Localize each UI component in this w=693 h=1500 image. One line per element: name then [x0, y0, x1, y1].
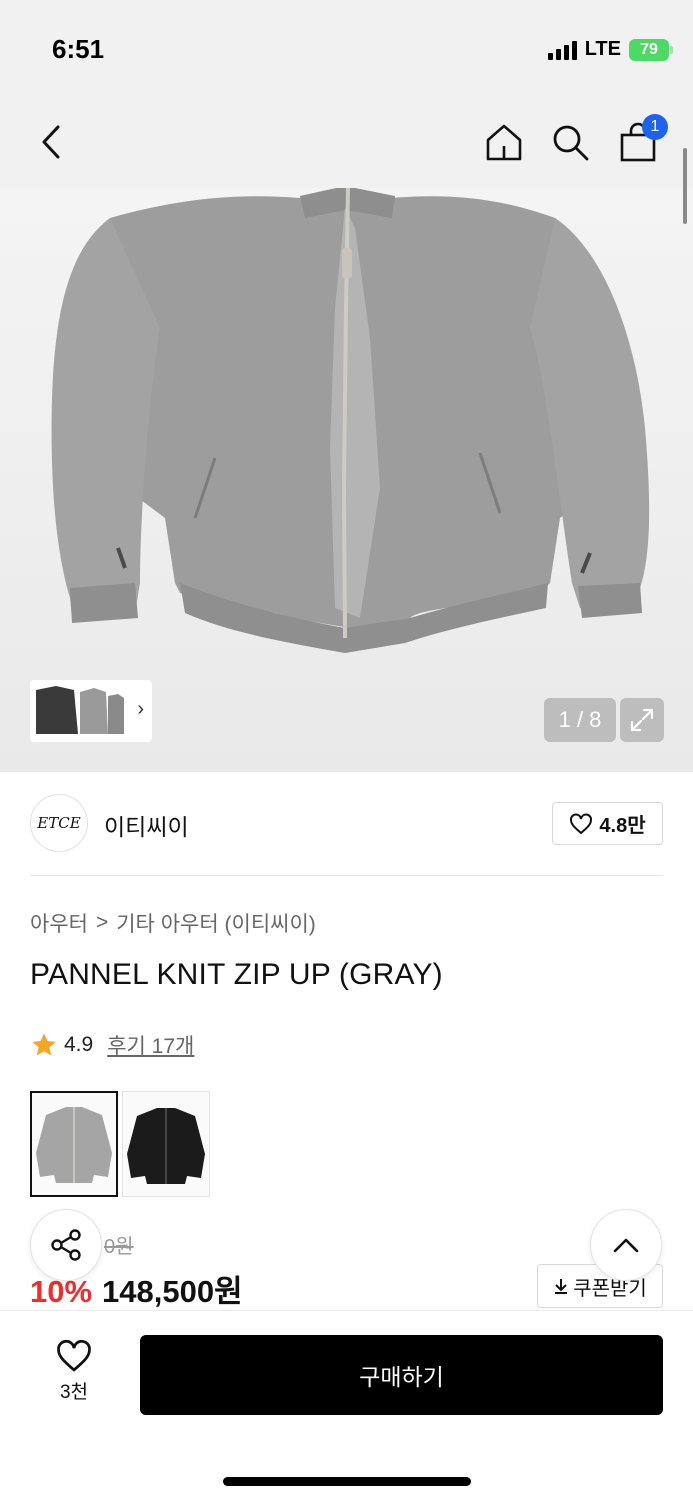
swatch-image-black — [127, 1108, 205, 1184]
chevron-right-icon: > — [95, 911, 109, 934]
brand-logo[interactable]: ETCE — [30, 794, 88, 852]
status-time: 6:51 — [52, 34, 105, 64]
brand-like-button[interactable]: 4.8만 — [552, 802, 663, 845]
back-icon — [42, 125, 60, 159]
back-button[interactable] — [28, 118, 76, 166]
thumbnail-strip[interactable]: › — [30, 680, 152, 742]
bottom-bar: 3천 구매하기 — [0, 1310, 693, 1500]
breadcrumb-subcategory[interactable]: 기타 아우터 (이티씨이) — [116, 908, 316, 938]
expand-icon — [630, 708, 654, 732]
divider — [30, 875, 663, 876]
swatch-image-gray — [36, 1107, 112, 1183]
heart-icon — [57, 1339, 91, 1372]
share-button[interactable] — [30, 1209, 102, 1281]
buy-button[interactable]: 구매하기 — [140, 1335, 663, 1415]
home-button[interactable] — [480, 118, 528, 166]
search-icon — [553, 125, 589, 161]
thumbnail-images — [36, 686, 124, 734]
battery-level: 79 — [640, 40, 658, 58]
original-price: 0원 — [104, 1236, 134, 1258]
cart-badge: 1 — [642, 114, 668, 140]
brand-like-count: 4.8만 — [599, 815, 646, 837]
color-swatch-gray[interactable] — [30, 1091, 118, 1197]
signal-icon — [547, 40, 577, 60]
network-label: LTE — [584, 38, 621, 60]
share-icon — [51, 1229, 81, 1261]
image-counter: 1 / 8 — [544, 698, 616, 742]
review-link[interactable]: 후기 17개 — [107, 1030, 194, 1060]
download-icon — [555, 1279, 568, 1294]
heart-icon — [570, 812, 593, 834]
product-title: PANNEL KNIT ZIP UP (GRAY) — [30, 958, 443, 991]
battery-icon: 79 — [629, 38, 673, 61]
expand-button[interactable] — [620, 698, 664, 742]
search-button[interactable] — [546, 118, 594, 166]
status-indicators: LTE 79 — [547, 38, 673, 61]
rating-value: 4.9 — [64, 1033, 94, 1056]
home-icon — [486, 124, 522, 161]
scrollbar[interactable] — [683, 148, 687, 224]
top-nav: 1 — [0, 96, 693, 188]
home-indicator — [223, 1477, 471, 1486]
cart-button[interactable]: 1 — [614, 114, 668, 166]
wishlist-count: 3천 — [59, 1382, 89, 1403]
star-icon — [32, 1033, 56, 1056]
rating-row: 4.9 후기 17개 — [30, 1030, 194, 1060]
breadcrumb-category[interactable]: 아우터 — [30, 908, 88, 938]
status-bar: 6:51 LTE 79 — [0, 0, 693, 96]
sale-price: 148,500원 — [102, 1274, 243, 1309]
chevron-up-icon — [613, 1238, 639, 1253]
brand-name[interactable]: 이티씨이 — [104, 808, 189, 842]
brand-row[interactable]: ETCE 이티씨이 4.8만 — [30, 794, 663, 854]
scroll-top-button[interactable] — [590, 1209, 662, 1281]
wishlist-button[interactable]: 3천 — [44, 1339, 104, 1409]
color-swatch-black[interactable] — [122, 1091, 210, 1197]
chevron-right-icon: › — [137, 698, 144, 720]
breadcrumb: 아우터 > 기타 아우터 (이티씨이) — [30, 908, 316, 938]
